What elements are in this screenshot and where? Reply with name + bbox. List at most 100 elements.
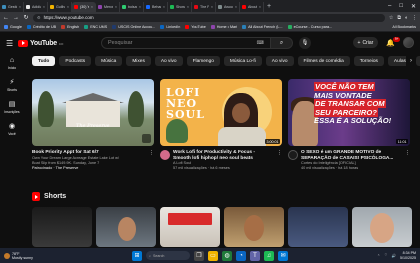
tray-overflow-icon[interactable]: ⌃ [377, 254, 380, 258]
maximize-icon[interactable]: □ [399, 3, 403, 10]
short-thumbnail[interactable] [224, 207, 284, 247]
browser-tab[interactable]: The F × [192, 2, 216, 12]
forward-icon[interactable]: → [13, 15, 19, 21]
bookmark-item[interactable]: YouTube [185, 25, 206, 29]
category-chip[interactable]: Podcasts [59, 56, 92, 66]
video-thumbnail[interactable]: LOFI NEO SOUL 3:00:01 [160, 79, 282, 146]
bookmark-star-icon[interactable]: ☆ [389, 15, 393, 21]
video-title[interactable]: O SEXO é um GRANDE MOTIVO de SEPARAÇÃO d… [301, 150, 402, 161]
category-chip[interactable]: Ao vivo [154, 56, 183, 66]
tab-close-icon[interactable]: × [211, 5, 213, 9]
tab-close-icon[interactable]: × [19, 5, 21, 9]
more-options-icon[interactable]: ⋮ [405, 150, 410, 171]
sidebar-item-subscriptions[interactable]: ▤ Inscrições [0, 100, 24, 114]
weather-widget[interactable]: 78°F Mostly sunny [4, 252, 33, 260]
tab-close-icon[interactable]: × [187, 5, 189, 9]
clock[interactable]: 8:34 PM 5/10/2025 [400, 251, 416, 260]
file-explorer-icon[interactable]: ▭ [208, 250, 218, 261]
category-chip[interactable]: Flamengo [186, 56, 220, 66]
video-card[interactable]: VOCÊ NÃO TEM MAIS VONTADE DE TRANSAR COM… [288, 79, 410, 171]
category-chip[interactable]: Ao vivo [265, 56, 294, 66]
tab-close-icon[interactable]: × [163, 5, 165, 9]
bookmark-item[interactable]: Home • Mari [210, 25, 237, 29]
browser-tab[interactable]: Guilho× [48, 2, 72, 12]
sidebar-item-you[interactable]: ◉ Você [0, 122, 24, 136]
browser-tab[interactable]: Gestio× [0, 2, 24, 12]
external-link-icon[interactable] [142, 134, 151, 143]
channel-avatar[interactable] [288, 150, 298, 160]
category-chip[interactable]: Turismo [415, 56, 420, 66]
short-thumbnail[interactable] [96, 207, 156, 247]
bookmark-item[interactable]: eCourse - Curso para... [287, 25, 332, 29]
bookmark-item[interactable]: USCIS Online Accou... [112, 25, 155, 29]
browser-tab[interactable]: (30) Y × [72, 2, 96, 12]
video-card[interactable]: LOFI NEO SOUL 3:00:01 Work Lofi for Prod… [160, 79, 282, 171]
profile-icon[interactable]: ◐ [405, 15, 408, 21]
search-input[interactable] [108, 40, 248, 46]
create-button[interactable]: + Criar [352, 37, 379, 48]
tab-close-icon[interactable]: × [115, 5, 117, 9]
video-card[interactable]: The Preserve Book Priority Appt for Sat … [32, 79, 154, 171]
category-chip[interactable]: Torneios [353, 56, 384, 66]
url-bar[interactable]: ⚙ https://www.youtube.com [33, 13, 385, 22]
tab-close-icon[interactable]: × [43, 5, 45, 9]
bookmark-item[interactable]: English [61, 25, 79, 29]
sponsor-label[interactable]: Patrocinado · The Preserve [32, 166, 146, 171]
short-thumbnail[interactable] [32, 207, 92, 247]
tab-close-icon[interactable]: × [259, 5, 261, 9]
more-options-icon[interactable]: ⋮ [149, 150, 154, 171]
new-tab-button[interactable]: + [264, 3, 274, 10]
sidebar-item-shorts[interactable]: ⚡ Shorts [0, 78, 24, 92]
category-chip[interactable]: Mixes [126, 56, 151, 66]
chrome-icon[interactable]: ◍ [222, 250, 232, 261]
video-title[interactable]: Work Lofi for Productivity & Focus - Smo… [173, 150, 274, 161]
category-chip[interactable]: Tudo [32, 56, 56, 66]
bookmark-item[interactable]: ENC UMS [84, 25, 107, 29]
taskbar-search[interactable]: ⌕ Search [146, 251, 190, 260]
tab-close-icon[interactable]: × [91, 5, 93, 9]
video-thumbnail[interactable]: The Preserve [32, 79, 154, 146]
short-thumbnail[interactable] [288, 207, 348, 247]
extensions-icon[interactable]: ⧉ [397, 15, 401, 21]
hamburger-menu-icon[interactable]: ☰ [6, 39, 18, 48]
bookmark-item[interactable]: Google [4, 25, 22, 29]
sidebar-item-home[interactable]: ⌂ Início [0, 57, 24, 70]
category-chip[interactable]: Filmes de comédia [297, 56, 350, 66]
bookmark-item[interactable]: All About French (L... [242, 25, 283, 29]
tab-close-icon[interactable]: × [235, 5, 237, 9]
close-icon[interactable]: ✕ [411, 3, 416, 10]
browser-tab[interactable]: Behan× [144, 2, 168, 12]
chips-next-icon[interactable]: › [406, 56, 416, 66]
mail-icon[interactable]: ✉ [278, 250, 288, 261]
spotify-icon[interactable]: ♫ [264, 250, 274, 261]
more-options-icon[interactable]: ⋮ [277, 150, 282, 171]
video-thumbnail[interactable]: VOCÊ NÃO TEM MAIS VONTADE DE TRANSAR COM… [288, 79, 410, 146]
channel-avatar[interactable] [160, 150, 170, 160]
reload-icon[interactable]: ↻ [23, 14, 29, 21]
browser-tab[interactable]: Awoo × [216, 2, 240, 12]
tab-close-icon[interactable]: × [67, 5, 69, 9]
bookmark-item[interactable]: Crédito de UB [26, 25, 56, 29]
keyboard-icon[interactable]: ⌨ [257, 40, 264, 46]
browser-tab[interactable]: Mercé× [96, 2, 120, 12]
category-chip[interactable]: Música [95, 56, 123, 66]
start-icon[interactable]: ⊞ [132, 250, 142, 261]
volume-icon[interactable]: 🔊 [392, 254, 396, 258]
browser-tab[interactable]: About × [240, 2, 264, 12]
voice-search-button[interactable]: 🎙 [299, 37, 311, 49]
minimize-icon[interactable]: – [388, 3, 391, 10]
teams-icon[interactable]: T [250, 250, 260, 261]
avatar[interactable] [403, 37, 414, 48]
back-icon[interactable]: ← [3, 15, 9, 21]
site-info-icon[interactable]: ⚙ [37, 15, 41, 20]
category-chip[interactable]: Música Lo-fi [223, 56, 262, 66]
edge-icon[interactable]: ◔ [236, 250, 246, 261]
search-button[interactable]: ⌕ [271, 37, 293, 49]
browser-tab[interactable]: Show:× [168, 2, 192, 12]
bookmark-item[interactable]: LinkedIn [160, 25, 180, 29]
short-thumbnail[interactable] [352, 207, 412, 247]
browser-tab[interactable]: bolsas× [120, 2, 144, 12]
tab-close-icon[interactable]: × [139, 5, 141, 9]
browser-menu-icon[interactable]: ⋮ [412, 15, 417, 21]
wifi-icon[interactable]: ⌔ [384, 253, 387, 258]
